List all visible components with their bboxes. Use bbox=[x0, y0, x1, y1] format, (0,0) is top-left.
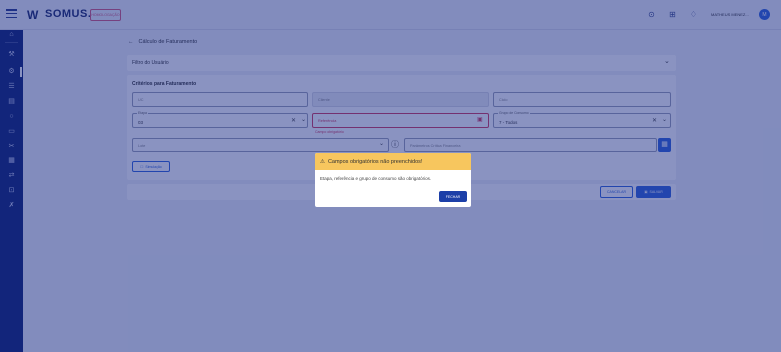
warning-dialog: ⚠ Campos obrigatórios não preenchidos! E… bbox=[315, 153, 471, 207]
warning-icon: ⚠ bbox=[320, 158, 325, 165]
close-dialog-button[interactable]: FECHAR bbox=[439, 191, 467, 202]
dialog-message: Etapa, referência e grupo de consumo são… bbox=[320, 176, 432, 181]
dialog-header: ⚠ Campos obrigatórios não preenchidos! bbox=[315, 153, 471, 170]
dialog-title: Campos obrigatórios não preenchidos! bbox=[327, 158, 423, 165]
